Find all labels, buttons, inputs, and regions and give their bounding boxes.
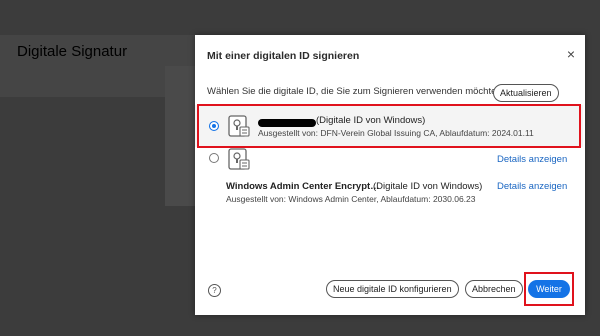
radio-id-1[interactable] bbox=[209, 121, 219, 131]
background-title: Digitale Signatur bbox=[17, 43, 128, 60]
highlight-box bbox=[197, 104, 581, 148]
id-1-issuer: Ausgestellt von: DFN-Verein Global Issui… bbox=[258, 128, 534, 138]
dialog-title: Mit einer digitalen ID signieren bbox=[207, 50, 360, 62]
details-link-id-2[interactable]: Details anzeigen bbox=[497, 154, 567, 165]
cancel-button[interactable]: Abbrechen bbox=[465, 280, 523, 298]
background-block bbox=[165, 66, 195, 206]
id-3-name: Windows Admin Center Encrypt… bbox=[226, 181, 380, 192]
certificate-icon bbox=[228, 148, 250, 170]
continue-button[interactable]: Weiter bbox=[528, 280, 570, 298]
close-icon[interactable]: × bbox=[567, 47, 575, 61]
id-1-type: (Digitale ID von Windows) bbox=[316, 115, 426, 126]
details-link-id-3[interactable]: Details anzeigen bbox=[497, 181, 567, 192]
certificate-icon bbox=[228, 115, 250, 137]
sign-dialog: Mit einer digitalen ID signieren × Wähle… bbox=[195, 35, 585, 315]
id-3-type: (Digitale ID von Windows) bbox=[373, 181, 483, 192]
help-icon[interactable]: ? bbox=[208, 284, 221, 297]
radio-id-2[interactable] bbox=[209, 153, 219, 163]
new-id-button[interactable]: Neue digitale ID konfigurieren bbox=[326, 280, 459, 298]
id-3-issuer: Ausgestellt von: Windows Admin Center, A… bbox=[226, 194, 476, 204]
refresh-button[interactable]: Aktualisieren bbox=[493, 84, 559, 102]
instruction-text: Wählen Sie die digitale ID, die Sie zum … bbox=[207, 86, 505, 97]
redacted-name bbox=[258, 119, 316, 127]
